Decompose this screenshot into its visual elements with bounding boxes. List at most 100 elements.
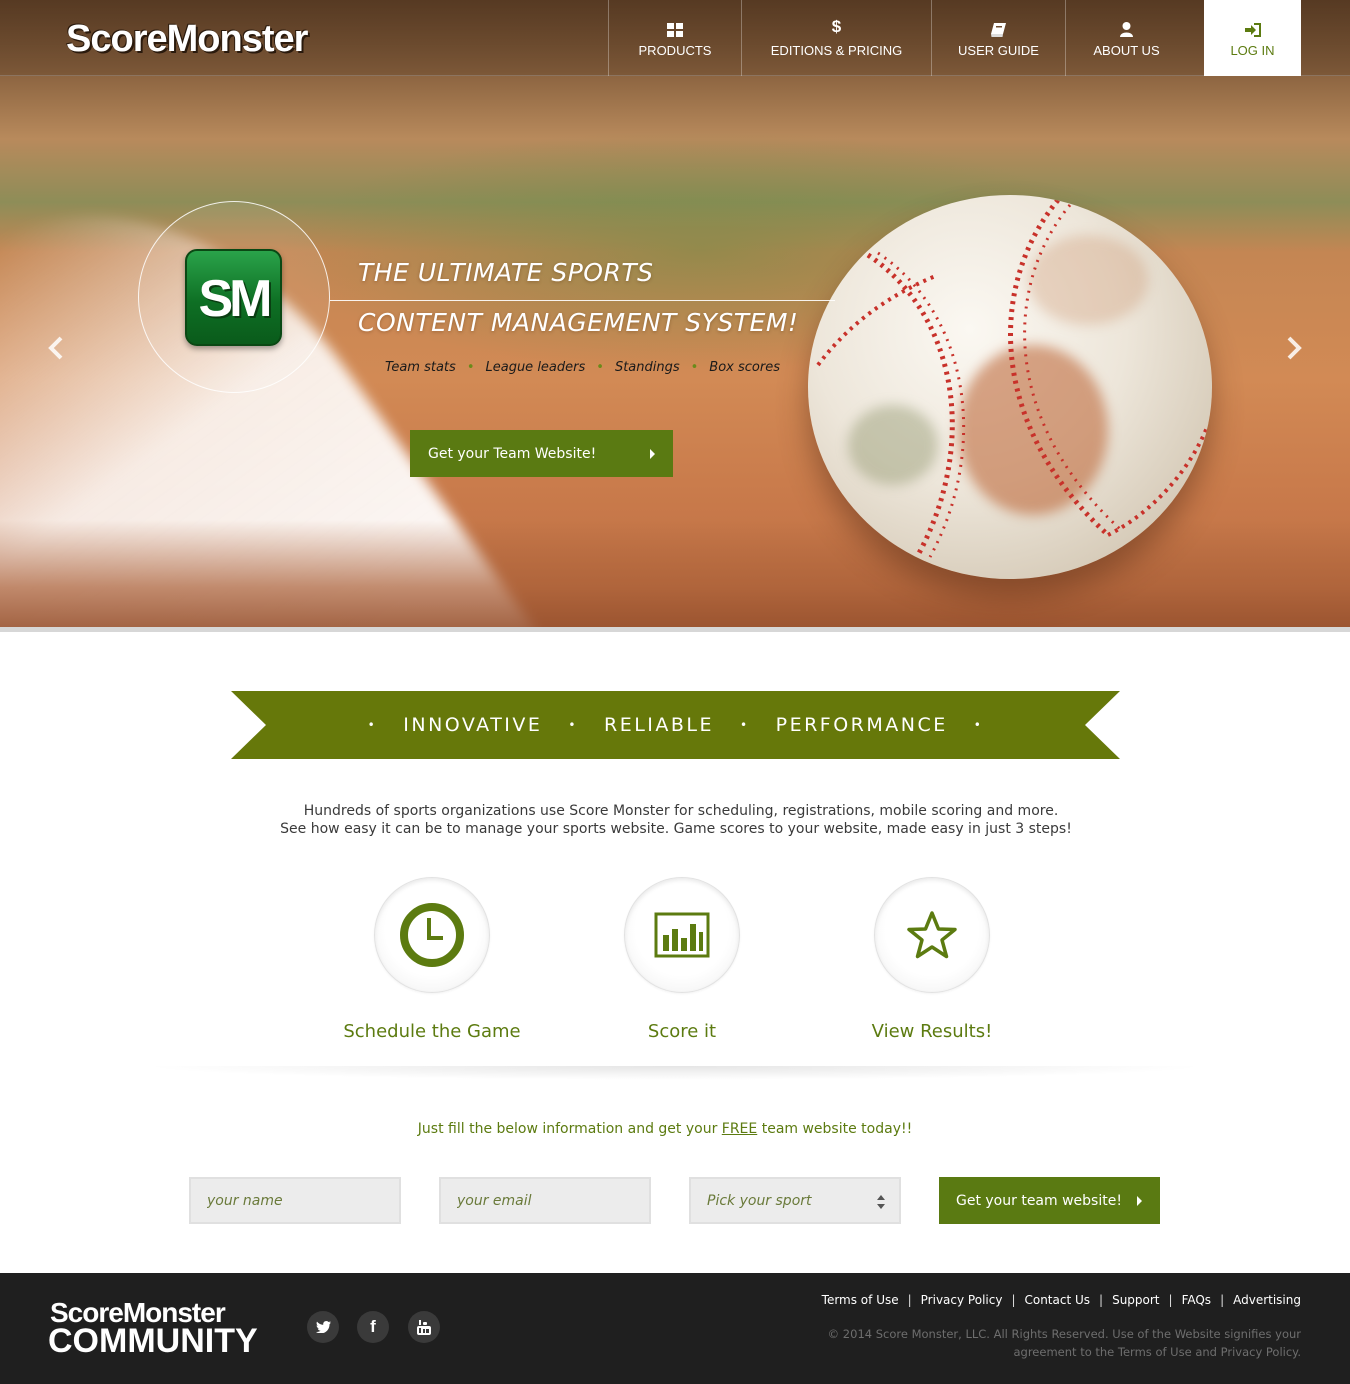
dollar-icon: $ <box>831 16 842 36</box>
baseball-image <box>808 195 1212 579</box>
step-score-label: Score it <box>647 1021 717 1042</box>
nav-log-in[interactable]: LOG IN <box>1204 0 1301 76</box>
banner-reliable: RELIABLE <box>604 714 715 736</box>
footer-link-separator: | <box>1220 1293 1225 1307</box>
nav-user-guide-label: USER GUIDE <box>958 42 1039 58</box>
feature-separator: • <box>466 360 475 375</box>
step-results: View Results! <box>802 877 1062 1042</box>
footer-logo-line-2[interactable]: COMMUNITY <box>48 1323 258 1359</box>
email-field[interactable] <box>439 1177 651 1224</box>
feature-team-stats: Team stats <box>385 360 456 375</box>
youtube-button[interactable] <box>408 1311 440 1343</box>
nav-products-label: PRODUCTS <box>638 42 712 58</box>
step-results-label: View Results! <box>871 1021 993 1042</box>
chevron-right-icon <box>1137 1195 1142 1206</box>
submit-team-website-button[interactable]: Get your team website! <box>939 1177 1160 1224</box>
step-schedule: Schedule the Game <box>302 877 562 1042</box>
signup-intro: Just fill the below information and get … <box>0 1121 1330 1137</box>
star-icon <box>907 911 957 959</box>
site-header: ScoreMonster PRODUCTS $ EDITIONS & PRICI… <box>0 0 1350 76</box>
nav-editions-pricing-label: EDITIONS & PRICING <box>770 42 903 58</box>
hero-headline-2: CONTENT MANAGEMENT SYSTEM! <box>358 308 799 337</box>
sport-select[interactable]: Pick your sport <box>689 1177 901 1224</box>
nav-about-us[interactable]: ABOUT US <box>1065 0 1187 76</box>
step-score: Score it <box>552 877 812 1042</box>
clock-icon <box>400 903 464 967</box>
sport-select-value: Pick your sport <box>707 1192 812 1209</box>
twitter-icon <box>315 1321 331 1333</box>
intro-line-2: See how easy it can be to manage your sp… <box>280 821 1072 837</box>
feature-separator: • <box>596 360 604 375</box>
nav-log-in-label: LOG IN <box>1230 42 1275 58</box>
site-footer: ScoreMonster COMMUNITY f Terms of Use | P… <box>0 1273 1350 1384</box>
twitter-button[interactable] <box>307 1311 339 1343</box>
sm-logo-text: SM <box>198 270 273 328</box>
step-schedule-circle <box>374 877 490 993</box>
banner-dot: • <box>367 718 378 732</box>
user-icon <box>1120 19 1133 37</box>
nav-editions-pricing[interactable]: $ EDITIONS & PRICING <box>741 0 931 76</box>
slider-next-button[interactable] <box>1278 333 1308 363</box>
footer-link-separator: | <box>907 1293 912 1307</box>
banner-text: • INNOVATIVE • RELIABLE • PERFORMANCE • <box>231 691 1120 759</box>
footer-links: Terms of Use | Privacy Policy | Contact Us… <box>822 1293 1301 1307</box>
footer-link-faqs[interactable]: FAQs <box>1182 1293 1212 1307</box>
banner-dot: • <box>568 718 578 732</box>
signup-intro-after: team website today!! <box>757 1121 913 1137</box>
login-icon <box>1244 19 1261 37</box>
footer-link-separator: | <box>1099 1293 1104 1307</box>
footer-link-separator: | <box>1168 1293 1173 1307</box>
feature-standings: Standings <box>614 360 680 375</box>
banner-innovative: INNOVATIVE <box>403 714 543 736</box>
intro-line-1: Hundreds of sports organizations use Sco… <box>303 803 1059 819</box>
footer-link-privacy[interactable]: Privacy Policy <box>921 1293 1003 1307</box>
book-icon <box>991 19 1006 37</box>
signup-intro-before: Just fill the below information and get … <box>417 1121 722 1137</box>
grid-icon <box>667 19 683 37</box>
facebook-button[interactable]: f <box>357 1311 389 1343</box>
bar-chart-icon <box>654 912 710 958</box>
select-arrows-icon <box>877 1195 885 1209</box>
footer-link-separator: | <box>1011 1293 1016 1307</box>
footer-copyright-line-2: agreement to the Terms of Use and Privac… <box>1013 1345 1301 1359</box>
hero-features: Team stats • League leaders • Standings … <box>385 360 780 375</box>
footer-copyright-line-1: © 2014 Score Monster, LLC. All Rights Re… <box>827 1327 1301 1341</box>
get-team-website-button[interactable]: Get your Team Website! <box>410 430 673 477</box>
step-schedule-label: Schedule the Game <box>343 1021 521 1042</box>
submit-team-website-label: Get your team website! <box>956 1192 1122 1209</box>
chevron-right-icon <box>1287 336 1302 360</box>
chevron-right-icon <box>650 448 655 459</box>
chevron-left-icon <box>48 336 63 360</box>
step-score-circle <box>624 877 740 993</box>
slider-prev-button[interactable] <box>42 333 72 363</box>
step-results-circle <box>874 877 990 993</box>
facebook-icon: f <box>370 1317 376 1336</box>
feature-league-leaders: League leaders <box>485 360 586 375</box>
name-field[interactable] <box>189 1177 401 1224</box>
hero-headline-1: THE ULTIMATE SPORTS <box>358 258 654 287</box>
site-logo[interactable]: ScoreMonster <box>66 18 308 61</box>
banner-dot: • <box>740 718 750 732</box>
footer-link-terms[interactable]: Terms of Use <box>822 1293 899 1307</box>
section-divider <box>140 1066 1210 1080</box>
hero-bottom-border <box>0 627 1350 632</box>
footer-link-contact[interactable]: Contact Us <box>1024 1293 1090 1307</box>
feature-separator: • <box>690 360 699 375</box>
get-team-website-label: Get your Team Website! <box>428 445 597 462</box>
footer-link-support[interactable]: Support <box>1112 1293 1159 1307</box>
nav-products[interactable]: PRODUCTS <box>608 0 741 76</box>
feature-box-scores: Box scores <box>709 360 780 375</box>
banner-dot: • <box>973 718 984 732</box>
footer-copyright: © 2014 Score Monster, LLC. All Rights Re… <box>821 1325 1301 1361</box>
intro-text: Hundreds of sports organizations use Sco… <box>0 802 1350 838</box>
footer-link-advertising[interactable]: Advertising <box>1233 1293 1301 1307</box>
nav-about-us-label: ABOUT US <box>1093 42 1160 58</box>
sm-logo-badge: SM <box>185 249 282 346</box>
signup-intro-free: FREE <box>721 1121 758 1137</box>
hero-divider <box>330 300 835 301</box>
email-input[interactable] <box>457 1192 637 1209</box>
banner-performance: PERFORMANCE <box>775 714 948 736</box>
youtube-icon <box>417 1319 431 1335</box>
name-input[interactable] <box>207 1192 387 1209</box>
nav-user-guide[interactable]: USER GUIDE <box>931 0 1065 76</box>
